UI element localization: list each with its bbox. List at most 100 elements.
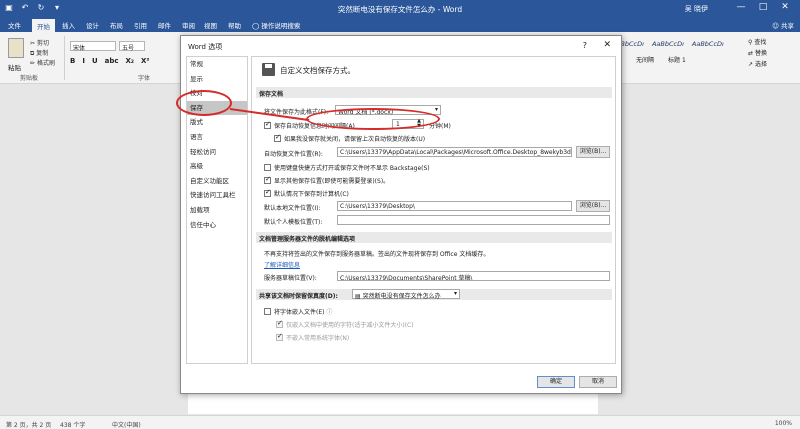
- tab-mailings[interactable]: 邮件: [158, 20, 171, 30]
- copy-label: 复制: [36, 50, 49, 57]
- ok-button[interactable]: 确定: [537, 376, 575, 388]
- underline-button[interactable]: U: [92, 57, 98, 65]
- select-button[interactable]: ↗ 选择: [748, 59, 767, 70]
- nav-item-customize-ribbon[interactable]: 自定义功能区: [187, 174, 247, 189]
- close-button[interactable]: ✕: [603, 40, 611, 50]
- tab-references[interactable]: 引用: [134, 20, 147, 30]
- browse-local-button[interactable]: 浏览(B)...: [576, 200, 610, 212]
- minimize-button[interactable]: —: [730, 2, 752, 12]
- autorecover-location-field[interactable]: C:\Users\13379\AppData\Local\Packages\Mi…: [337, 147, 572, 157]
- server-drafts-field[interactable]: C:\Users\13379\Documents\SharePoint 草稿\: [337, 271, 610, 281]
- page-count[interactable]: 第 2 页，共 2 页: [6, 420, 51, 429]
- maximize-button[interactable]: □: [752, 2, 774, 12]
- nav-item-language[interactable]: 语言: [187, 130, 247, 145]
- cut-label: 剪切: [36, 40, 49, 47]
- fidelity-document-select[interactable]: ▤ 突然断电没有保存文件怎么办 ▾: [352, 289, 460, 300]
- language-status[interactable]: 中文(中国): [112, 420, 141, 429]
- share-button[interactable]: ☺ 共享: [772, 20, 794, 30]
- nav-item-add-ins[interactable]: 加载项: [187, 203, 247, 218]
- zoom-level[interactable]: 100%: [775, 420, 792, 427]
- format-painter-label: 格式刷: [36, 60, 55, 67]
- no-common-fonts-label: 不嵌入常用系统字体(N): [286, 335, 350, 342]
- keep-last-version-option[interactable]: 如果我没保存就关闭，请保留上次自动恢复的版本(U): [274, 133, 426, 143]
- save-floppy-icon: [262, 63, 275, 76]
- font-name-box[interactable]: 宋体: [70, 41, 116, 52]
- italic-button[interactable]: I: [82, 57, 85, 65]
- backstage-option[interactable]: 使用键盘快捷方式打开或保存文件时不显示 Backstage(S): [264, 163, 430, 172]
- embed-fonts-option[interactable]: 将字体嵌入文件(E) ⓘ: [264, 307, 332, 316]
- keep-last-version-checkbox[interactable]: [274, 133, 281, 142]
- chevron-down-icon: ▾: [434, 106, 438, 113]
- cut-button[interactable]: ✂ 剪切: [30, 38, 49, 47]
- tab-insert[interactable]: 插入: [62, 20, 75, 30]
- subscript-button[interactable]: X₂: [126, 57, 134, 65]
- tab-review[interactable]: 审阅: [182, 20, 195, 30]
- word-count[interactable]: 438 个字: [60, 420, 85, 429]
- show-more-locations-option[interactable]: 显示其他保存位置(即使可能需要登录)(S)。: [264, 175, 389, 185]
- document-icon: ▤: [355, 293, 361, 300]
- editing-group: ⚲ 查找 ⇄ 替换 ↗ 选择: [748, 37, 767, 70]
- browse-autorecover-button[interactable]: 浏览(B)...: [576, 146, 610, 158]
- backstage-label: 使用键盘快捷方式打开或保存文件时不显示 Backstage(S): [274, 165, 430, 172]
- nav-item-accessibility[interactable]: 轻松访问: [187, 145, 247, 160]
- user-name[interactable]: 吴 晓伊: [685, 4, 708, 14]
- default-local-location-field[interactable]: C:\Users\13379\Desktop\: [337, 201, 572, 211]
- paste-label[interactable]: 粘贴: [8, 62, 21, 72]
- tell-me-label: 操作说明搜索: [261, 22, 301, 30]
- tab-layout[interactable]: 布局: [110, 20, 123, 30]
- strikethrough-button[interactable]: abc: [105, 57, 119, 65]
- status-bar: 第 2 页，共 2 页 438 个字 中文(中国) 100%: [0, 415, 800, 429]
- autosave-checkbox[interactable]: [264, 120, 271, 129]
- superscript-button[interactable]: X²: [141, 57, 149, 65]
- tab-design[interactable]: 设计: [86, 20, 99, 30]
- show-more-locations-checkbox[interactable]: [264, 175, 271, 184]
- window-controls: — □ ✕: [730, 2, 796, 12]
- tab-view[interactable]: 视图: [204, 20, 217, 30]
- tab-file[interactable]: 文件: [8, 20, 21, 30]
- document-title: 突然断电没有保存文件怎么办 - Word: [337, 5, 463, 14]
- backstage-checkbox[interactable]: [264, 164, 271, 171]
- tab-home[interactable]: 开始: [32, 19, 55, 32]
- copy-button[interactable]: ⧉ 复制: [30, 48, 48, 58]
- style-sample[interactable]: AaBbCcDı: [692, 40, 724, 48]
- replace-button[interactable]: ⇄ 替换: [748, 48, 767, 59]
- title-bar: ▣ ↶ ↻ ▾ 突然断电没有保存文件怎么办 - Word 吴 晓伊 — □ ✕: [0, 0, 800, 18]
- separator: [64, 36, 65, 80]
- save-to-computer-checkbox[interactable]: [264, 188, 271, 197]
- format-painter-button[interactable]: ✏ 格式刷: [30, 58, 55, 67]
- info-icon: ⓘ: [326, 309, 333, 316]
- nav-item-advanced[interactable]: 高级: [187, 159, 247, 174]
- paste-icon[interactable]: [8, 38, 24, 58]
- font-size-box[interactable]: 五号: [119, 41, 145, 52]
- dialog-title: Word 选项: [188, 43, 223, 51]
- autorecover-location-label: 自动恢复文件位置(R):: [264, 151, 323, 158]
- learn-more-link[interactable]: 了解详细信息: [264, 260, 300, 269]
- nav-item-typography[interactable]: 版式: [187, 115, 247, 130]
- embed-fonts-checkbox[interactable]: [264, 308, 271, 315]
- save-to-computer-option[interactable]: 默认情况下保存到计算机(C): [264, 188, 349, 198]
- nav-item-quick-access-toolbar[interactable]: 快速访问工具栏: [187, 188, 247, 203]
- find-button[interactable]: ⚲ 查找: [748, 37, 767, 48]
- fidelity-heading: 共享该文档时保留保真度(D):: [259, 293, 338, 300]
- section-save-documents: 保存文档: [256, 87, 612, 98]
- tab-help[interactable]: 帮助: [228, 20, 241, 30]
- close-window-button[interactable]: ✕: [774, 2, 796, 12]
- style-sample[interactable]: AaBbCcDı: [652, 40, 684, 48]
- bold-button[interactable]: B: [70, 57, 75, 65]
- nav-item-display[interactable]: 显示: [187, 72, 247, 87]
- embed-used-chars-option: 仅嵌入文档中使用的字符(适于减小文件大小)(C): [276, 319, 414, 329]
- keep-last-version-label: 如果我没保存就关闭，请保留上次自动恢复的版本(U): [284, 136, 426, 143]
- server-drafts-label: 服务器草稿位置(V):: [264, 275, 317, 282]
- nav-item-general[interactable]: 常规: [187, 57, 247, 72]
- cancel-button[interactable]: 取消: [579, 376, 617, 388]
- personal-templates-label: 默认个人模板位置(T):: [264, 219, 323, 226]
- default-local-location-label: 默认本地文件位置(I):: [264, 205, 321, 212]
- style-gallery: AaBbCcDı AaBbCcDı AaBbCcDı: [612, 40, 724, 48]
- nav-item-trust-center[interactable]: 信任中心: [187, 218, 247, 233]
- personal-templates-field[interactable]: [337, 215, 610, 225]
- tell-me-search[interactable]: ◯ 操作说明搜索: [252, 20, 300, 30]
- embed-fonts-label: 将字体嵌入文件(E): [274, 309, 325, 316]
- help-button[interactable]: ?: [583, 41, 587, 50]
- share-label: 共享: [781, 22, 794, 30]
- annotation-circle-save-tab: [176, 90, 232, 116]
